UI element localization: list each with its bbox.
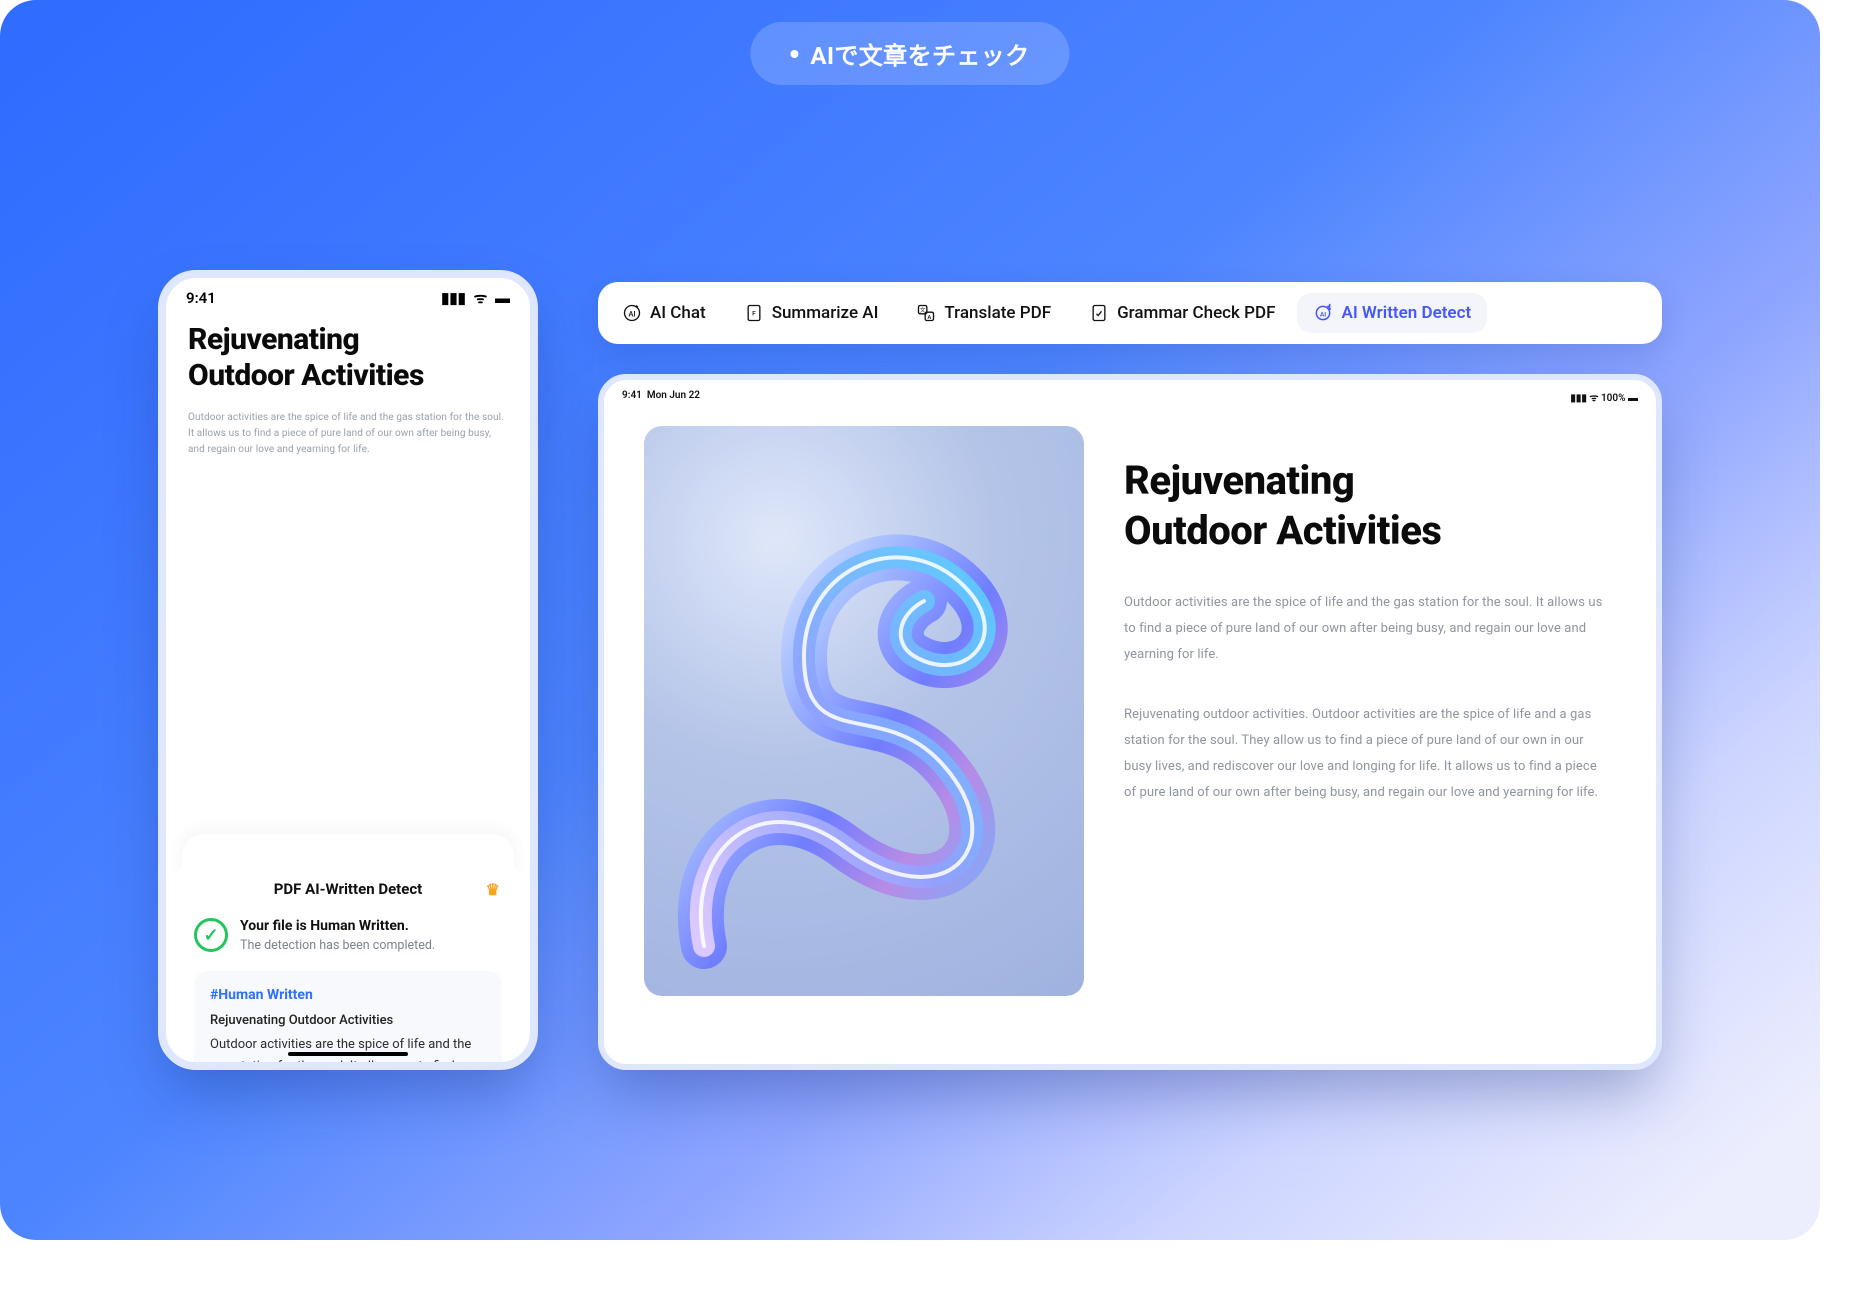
tablet-date: Mon Jun 22	[647, 390, 700, 401]
battery-icon: ▬	[495, 289, 510, 307]
crown-icon: ♛	[486, 880, 500, 899]
tab-label: Grammar Check PDF	[1117, 303, 1275, 323]
home-indicator	[288, 1052, 408, 1056]
tab-label: AI Written Detect	[1341, 303, 1471, 323]
svg-text:AI: AI	[628, 309, 635, 318]
phone-title-1: Rejuvenating	[188, 322, 508, 358]
sheet-result-title: Your file is Human Written.	[240, 918, 435, 934]
svg-text:文: 文	[920, 306, 926, 314]
signal-icon: ▮▮▮	[1570, 393, 1587, 404]
battery-percent: 100%	[1601, 393, 1626, 404]
tablet-status-bar: 9:41 Mon Jun 22 ▮▮▮ ᯤ 100% ▬	[604, 380, 1656, 408]
detect-sheet: PDF AI-Written Detect ♛ ✓ Your file is H…	[176, 860, 520, 1070]
tab-translate-pdf[interactable]: 文A Translate PDF	[900, 293, 1067, 333]
phone-mock: 9:41 ▮▮▮ ᯤ ▬ Rejuvenating Outdoor Activi…	[158, 270, 538, 1070]
pill-badge: AIで文章をチェック	[750, 22, 1069, 85]
promo-canvas: AIで文章をチェック 9:41 ▮▮▮ ᯤ ▬ Rejuvenating Out…	[0, 0, 1820, 1240]
translate-icon: 文A	[916, 303, 936, 323]
bottom-sheet: PDF AI-Written Detect ♛ ✓ Your file is H…	[176, 834, 520, 1070]
tablet-p2: Rejuvenating outdoor activities. Outdoor…	[1124, 702, 1606, 806]
phone-status-bar: 9:41 ▮▮▮ ᯤ ▬	[166, 278, 530, 312]
card-title: Rejuvenating Outdoor Activities	[210, 1013, 486, 1028]
tablet-doc: Rejuvenating Outdoor Activities Outdoor …	[1124, 426, 1616, 1034]
ribbon-icon	[644, 426, 1084, 996]
grammar-icon	[1089, 303, 1109, 323]
tablet-title-2: Outdoor Activities	[1124, 506, 1606, 556]
result-tag: #Human Written	[210, 987, 486, 1003]
svg-text:AI: AI	[1320, 310, 1326, 318]
sheet-title: PDF AI-Written Detect	[274, 880, 423, 898]
tabs-bar: AI AI Chat F Summarize AI 文A Translate P…	[598, 282, 1662, 344]
abstract-art	[644, 426, 1084, 996]
tab-summarize-ai[interactable]: F Summarize AI	[728, 293, 895, 333]
svg-text:F: F	[752, 310, 756, 318]
tab-ai-chat[interactable]: AI AI Chat	[606, 293, 722, 333]
sheet-result-row: ✓ Your file is Human Written. The detect…	[194, 918, 502, 953]
ai-chat-icon: AI	[622, 303, 642, 323]
phone-time: 9:41	[186, 289, 216, 307]
pill-label: AIで文章をチェック	[810, 36, 1029, 71]
tablet-time: 9:41	[622, 390, 642, 401]
tab-label: Translate PDF	[944, 303, 1051, 323]
phone-status-icons: ▮▮▮ ᯤ ▬	[437, 288, 510, 308]
check-circle-icon: ✓	[194, 918, 228, 952]
tablet-status-icons: ▮▮▮ ᯤ 100% ▬	[1570, 390, 1638, 404]
tablet-p1: Outdoor activities are the spice of life…	[1124, 590, 1606, 668]
summarize-icon: F	[744, 303, 764, 323]
battery-icon: ▬	[1628, 393, 1638, 404]
wifi-icon: ᯤ	[1589, 393, 1598, 404]
sheet-title-row: PDF AI-Written Detect ♛	[194, 880, 502, 898]
tab-label: Summarize AI	[772, 303, 879, 323]
phone-body: Rejuvenating Outdoor Activities Outdoor …	[166, 312, 530, 458]
wifi-icon: ᯤ	[474, 289, 488, 307]
detect-icon: AI	[1313, 303, 1333, 323]
tablet-mock: 9:41 Mon Jun 22 ▮▮▮ ᯤ 100% ▬	[598, 374, 1662, 1070]
tab-label: AI Chat	[650, 303, 706, 323]
phone-paragraph: Outdoor activities are the spice of life…	[188, 410, 508, 458]
tablet-body: Rejuvenating Outdoor Activities Outdoor …	[604, 408, 1656, 1064]
sheet-result-sub: The detection has been completed.	[240, 938, 435, 953]
dot-icon	[790, 50, 798, 58]
svg-text:A: A	[928, 315, 932, 321]
phone-title-2: Outdoor Activities	[188, 358, 508, 394]
tab-ai-written-detect[interactable]: AI AI Written Detect	[1297, 293, 1487, 333]
tablet-title-1: Rejuvenating	[1124, 456, 1606, 506]
signal-icon: ▮▮▮	[441, 289, 466, 307]
tab-grammar-check[interactable]: Grammar Check PDF	[1073, 293, 1291, 333]
